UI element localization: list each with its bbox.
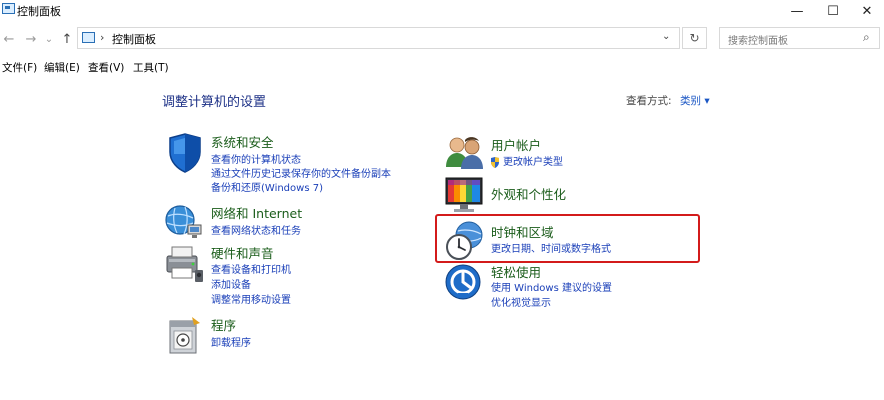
clock-globe-icon[interactable] xyxy=(444,220,486,262)
address-bar[interactable]: › 控制面板 ⌄ xyxy=(77,27,680,49)
category-programs[interactable]: 程序 xyxy=(211,315,236,334)
menu-file[interactable]: 文件(F) xyxy=(2,60,37,75)
title-bar: 控制面板 — ☐ ✕ xyxy=(0,0,884,22)
network-globe-icon[interactable] xyxy=(163,201,205,243)
forward-arrow-icon[interactable]: → xyxy=(22,30,40,48)
up-arrow-icon[interactable]: ↑ xyxy=(58,30,76,48)
category-clock-region[interactable]: 时钟和区域 xyxy=(491,222,554,241)
refresh-button[interactable]: ↻ xyxy=(682,27,707,49)
menu-edit[interactable]: 编辑(E) xyxy=(44,60,80,75)
category-hardware-sound[interactable]: 硬件和声音 xyxy=(211,243,274,262)
back-arrow-icon[interactable]: ← xyxy=(0,30,18,48)
view-by-dropdown[interactable]: 类别 ▾ xyxy=(680,93,710,108)
link-add-device[interactable]: 添加设备 xyxy=(211,276,251,291)
appearance-monitor-icon[interactable] xyxy=(444,175,486,217)
search-input[interactable]: 搜索控制面板 ⌕ xyxy=(719,27,880,49)
search-icon[interactable]: ⌕ xyxy=(863,30,870,45)
link-file-history-backup[interactable]: 通过文件历史记录保存你的文件备份副本 xyxy=(211,165,391,180)
link-optimize-visual-display[interactable]: 优化视觉显示 xyxy=(491,294,551,309)
view-by-label: 查看方式: xyxy=(626,95,672,107)
link-uninstall-program[interactable]: 卸载程序 xyxy=(211,334,251,349)
menu-tools[interactable]: 工具(T) xyxy=(133,60,169,75)
link-view-network-status[interactable]: 查看网络状态和任务 xyxy=(211,222,301,237)
link-view-devices-printers[interactable]: 查看设备和打印机 xyxy=(211,261,291,276)
programs-icon[interactable] xyxy=(164,313,206,355)
link-backup-restore[interactable]: 备份和还原(Windows 7) xyxy=(211,179,323,194)
menu-view[interactable]: 查看(V) xyxy=(88,60,124,75)
printer-icon[interactable] xyxy=(163,242,205,284)
link-windows-suggested-settings[interactable]: 使用 Windows 建议的设置 xyxy=(491,279,612,294)
link-adjust-mobility-settings[interactable]: 调整常用移动设置 xyxy=(211,291,291,306)
ease-of-access-icon[interactable] xyxy=(444,262,486,304)
link-change-account-type[interactable]: 更改帐户类型 xyxy=(503,153,563,168)
close-button[interactable]: ✕ xyxy=(850,0,884,22)
link-change-date-time-format[interactable]: 更改日期、时间或数字格式 xyxy=(491,240,611,255)
shield-icon[interactable] xyxy=(164,132,206,174)
category-appearance-personalization[interactable]: 外观和个性化 xyxy=(491,184,566,203)
breadcrumb-control-panel[interactable]: 控制面板 xyxy=(112,31,156,47)
category-network-internet[interactable]: 网络和 Internet xyxy=(211,203,302,222)
control-panel-icon xyxy=(2,3,15,14)
category-system-security[interactable]: 系统和安全 xyxy=(211,132,274,151)
search-placeholder: 搜索控制面板 xyxy=(728,36,788,47)
maximize-button[interactable]: ☐ xyxy=(816,0,850,22)
window-title: 控制面板 xyxy=(17,5,61,18)
breadcrumb-separator-icon[interactable]: › xyxy=(100,31,104,44)
address-dropdown-icon[interactable]: ⌄ xyxy=(662,31,670,42)
category-user-accounts[interactable]: 用户帐户 xyxy=(491,135,541,154)
link-view-computer-status[interactable]: 查看你的计算机状态 xyxy=(211,151,301,166)
minimize-button[interactable]: — xyxy=(780,0,814,22)
uac-shield-icon xyxy=(490,153,500,168)
user-accounts-icon[interactable] xyxy=(444,133,486,175)
page-title: 调整计算机的设置 xyxy=(162,95,267,110)
recent-locations-dropdown-icon[interactable]: ⌄ xyxy=(40,30,58,48)
control-panel-icon xyxy=(82,32,95,43)
